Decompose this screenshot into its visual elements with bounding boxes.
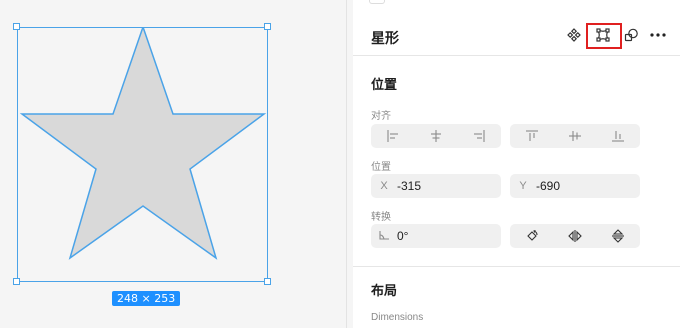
section-divider <box>353 266 680 267</box>
transform-group <box>510 224 640 248</box>
align-center-h-icon[interactable] <box>414 124 457 148</box>
align-center-v-icon[interactable] <box>553 124 596 148</box>
selection-box <box>17 27 268 282</box>
transform-label: 转换 <box>371 212 391 223</box>
position-label: 位置 <box>371 162 391 173</box>
layer-name: 星形 <box>371 30 399 46</box>
align-left-icon[interactable] <box>371 124 414 148</box>
x-value: -315 <box>397 179 422 193</box>
y-position-field[interactable]: Y -690 <box>510 174 640 198</box>
align-right-icon[interactable] <box>458 124 501 148</box>
resize-handle-bottom-left[interactable] <box>13 278 20 285</box>
align-horizontal-group <box>371 124 501 148</box>
align-bottom-icon[interactable] <box>597 124 640 148</box>
rotation-value: 0° <box>397 229 409 243</box>
properties-panel: 星形 位置 对齐 位置 X -315 Y -690 转换 0° 布局 Dimen… <box>353 0 680 328</box>
angle-icon <box>371 230 397 243</box>
rotate-icon[interactable] <box>510 224 553 248</box>
more-icon[interactable] <box>649 26 667 44</box>
canvas[interactable]: 248 × 253 <box>0 0 346 328</box>
x-position-field[interactable]: X -315 <box>371 174 501 198</box>
align-vertical-group <box>510 124 640 148</box>
boolean-icon[interactable] <box>622 26 640 44</box>
dimensions-label: Dimensions <box>371 312 424 323</box>
highlight-box <box>586 23 622 49</box>
resize-handle-top-right[interactable] <box>264 23 271 30</box>
panel-top-tab <box>369 0 385 4</box>
resize-handle-top-left[interactable] <box>13 23 20 30</box>
flip-vertical-icon[interactable] <box>597 224 640 248</box>
flip-horizontal-icon[interactable] <box>553 224 596 248</box>
align-label: 对齐 <box>371 111 391 122</box>
panel-header: 星形 <box>353 14 680 56</box>
position-section-title: 位置 <box>371 77 398 92</box>
layout-section-title: 布局 <box>371 283 398 298</box>
y-prefix: Y <box>519 180 527 192</box>
align-top-icon[interactable] <box>510 124 553 148</box>
rotation-field[interactable]: 0° <box>371 224 501 248</box>
y-value: -690 <box>536 179 561 193</box>
dimensions-badge: 248 × 253 <box>112 291 181 306</box>
x-prefix: X <box>380 180 388 192</box>
component-icon[interactable] <box>565 26 583 44</box>
resize-handle-bottom-right[interactable] <box>264 278 271 285</box>
